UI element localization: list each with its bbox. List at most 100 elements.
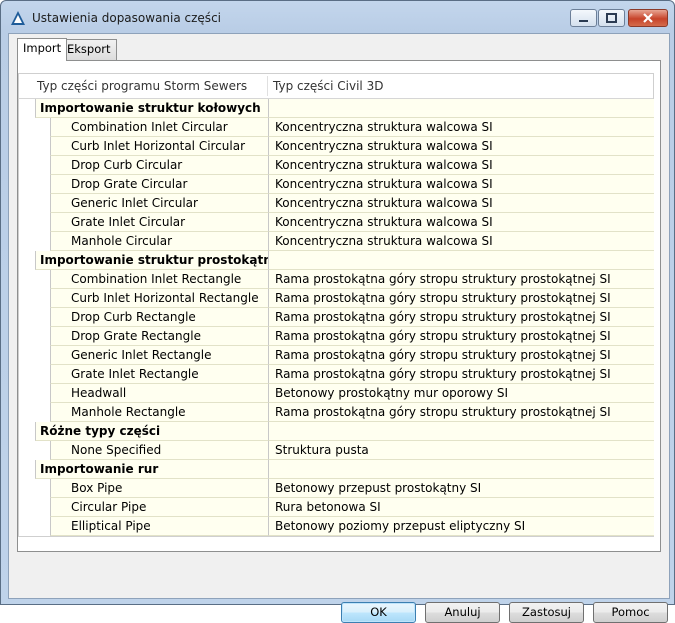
part-mapping-grid[interactable]: Typ części programu Storm Sewers Typ czę… [18,73,654,537]
table-row[interactable]: Elliptical Pipe Betonowy poziomy przepust… [19,517,654,536]
table-row[interactable]: None Specified Struktura pusta [19,441,654,460]
civil3d-part-type: Rama prostokątna góry stropu struktury p… [275,348,611,362]
storm-sewers-part-type: Circular Pipe [71,500,147,514]
title-bar[interactable]: Ustawienia dopasowania części [1,1,674,35]
storm-sewers-part-type: Generic Inlet Rectangle [71,348,212,362]
table-row[interactable]: Headwall Betonowy prostokątny mur oporowy… [19,384,654,403]
storm-sewers-part-cell: Combination Inlet Rectangle [50,270,269,289]
storm-sewers-part-cell: Manhole Rectangle [50,403,269,422]
civil3d-part-cell[interactable]: Rama prostokątna góry stropu struktury p… [268,365,654,384]
group-row[interactable]: Różne typy części [19,422,654,441]
table-row[interactable]: Manhole Circular Koncentryczna struktura … [19,232,654,251]
storm-sewers-part-type: Curb Inlet Horizontal Rectangle [71,291,259,305]
group-row[interactable]: Importowanie rur [19,460,654,479]
table-row[interactable]: Combination Inlet Rectangle Rama prostoką… [19,270,654,289]
column-header-civil3d[interactable]: Typ części Civil 3D [273,79,383,93]
civil3d-part-cell[interactable]: Rama prostokątna góry stropu struktury p… [268,270,654,289]
civil3d-part-cell[interactable]: Koncentryczna struktura walcowa SI [268,175,654,194]
civil3d-part-type: Koncentryczna struktura walcowa SI [275,158,493,172]
window-title: Ustawienia dopasowania części [32,11,221,25]
storm-sewers-part-type: Combination Inlet Circular [71,120,228,134]
civil3d-part-type: Koncentryczna struktura walcowa SI [275,139,493,153]
table-row[interactable]: Manhole Rectangle Rama prostokątna góry s… [19,403,654,422]
grid-header: Typ części programu Storm Sewers Typ czę… [19,74,653,99]
civil3d-part-type: Rama prostokątna góry stropu struktury p… [275,367,611,381]
civil3d-part-cell[interactable]: Struktura pusta [268,441,654,460]
table-row[interactable]: Curb Inlet Horizontal Circular Koncentryc… [19,137,654,156]
civil3d-app-icon [11,11,25,25]
civil3d-part-type: Koncentryczna struktura walcowa SI [275,215,493,229]
tab-import[interactable]: Import [17,38,68,61]
civil3d-part-cell[interactable]: Rura betonowa SI [268,498,654,517]
civil3d-part-type: Koncentryczna struktura walcowa SI [275,177,493,191]
table-row[interactable]: Drop Grate Circular Koncentryczna struktu… [19,175,654,194]
storm-sewers-part-cell: Generic Inlet Circular [50,194,269,213]
table-row[interactable]: Drop Curb Rectangle Rama prostokątna góry… [19,308,654,327]
table-row[interactable]: Generic Inlet Rectangle Rama prostokątna … [19,346,654,365]
tab-eksport[interactable]: Eksport [61,39,117,60]
civil3d-part-cell[interactable]: Koncentryczna struktura walcowa SI [268,156,654,175]
storm-sewers-part-type: Elliptical Pipe [71,519,151,533]
civil3d-part-type: Koncentryczna struktura walcowa SI [275,196,493,210]
group-label-cell: Importowanie struktur prostokątnych [35,251,295,270]
storm-sewers-part-cell: Combination Inlet Circular [50,118,269,137]
storm-sewers-part-type: Grate Inlet Rectangle [71,367,199,381]
group-label: Importowanie rur [40,462,159,476]
storm-sewers-part-cell: Manhole Circular [50,232,269,251]
civil3d-part-cell[interactable]: Betonowy przepust prostokątny SI [268,479,654,498]
civil3d-part-cell [268,422,654,441]
table-row[interactable]: Drop Grate Rectangle Rama prostokątna gór… [19,327,654,346]
storm-sewers-part-cell: Elliptical Pipe [50,517,269,536]
column-separator[interactable] [267,76,268,96]
storm-sewers-part-type: Curb Inlet Horizontal Circular [71,139,246,153]
civil3d-part-cell[interactable]: Betonowy prostokątny mur oporowy SI [268,384,654,403]
storm-sewers-part-cell: Drop Curb Rectangle [50,308,269,327]
civil3d-part-cell[interactable]: Rama prostokątna góry stropu struktury p… [268,403,654,422]
civil3d-part-cell[interactable]: Koncentryczna struktura walcowa SI [268,194,654,213]
group-label: Importowanie struktur prostokątnych [40,253,296,267]
civil3d-part-cell[interactable]: Betonowy poziomy przepust eliptyczny SI [268,517,654,536]
table-row[interactable]: Box Pipe Betonowy przepust prostokątny SI [19,479,654,498]
storm-sewers-part-type: Manhole Rectangle [71,405,186,419]
table-row[interactable]: Circular Pipe Rura betonowa SI [19,498,654,517]
storm-sewers-part-type: Headwall [71,386,127,400]
table-row[interactable]: Generic Inlet Circular Koncentryczna stru… [19,194,654,213]
column-header-storm-sewers[interactable]: Typ części programu Storm Sewers [37,79,247,93]
close-button[interactable] [628,9,668,27]
group-label: Importowanie struktur kołowych [40,101,261,115]
table-row[interactable]: Drop Curb Circular Koncentryczna struktur… [19,156,654,175]
minimize-button[interactable] [570,9,597,27]
maximize-button[interactable] [598,9,625,27]
group-row[interactable]: Importowanie struktur prostokątnych [19,251,654,270]
storm-sewers-part-cell: Box Pipe [50,479,269,498]
minimize-icon [579,20,588,22]
civil3d-part-type: Koncentryczna struktura walcowa SI [275,120,493,134]
group-row[interactable]: Importowanie struktur kołowych [19,99,654,118]
ok-button[interactable]: OK [341,602,416,623]
close-icon [643,13,653,23]
maximize-icon [606,13,617,23]
civil3d-part-cell [268,251,654,270]
group-label-cell: Importowanie rur [35,460,269,479]
table-row[interactable]: Grate Inlet Rectangle Rama prostokątna gó… [19,365,654,384]
storm-sewers-part-cell: Grate Inlet Circular [50,213,269,232]
civil3d-part-cell[interactable]: Rama prostokątna góry stropu struktury p… [268,346,654,365]
storm-sewers-part-type: None Specified [71,443,162,457]
storm-sewers-part-cell: Drop Curb Circular [50,156,269,175]
table-row[interactable]: Combination Inlet Circular Koncentryczna … [19,118,654,137]
civil3d-part-cell[interactable]: Koncentryczna struktura walcowa SI [268,232,654,251]
apply-button[interactable]: Zastosuj [509,602,584,623]
civil3d-part-type: Betonowy przepust prostokątny SI [275,481,482,495]
storm-sewers-part-type: Generic Inlet Circular [71,196,198,210]
civil3d-part-cell[interactable]: Koncentryczna struktura walcowa SI [268,118,654,137]
civil3d-part-cell[interactable]: Koncentryczna struktura walcowa SI [268,137,654,156]
cancel-button[interactable]: Anuluj [425,602,500,623]
table-row[interactable]: Curb Inlet Horizontal Rectangle Rama pros… [19,289,654,308]
civil3d-part-cell[interactable]: Rama prostokątna góry stropu struktury p… [268,289,654,308]
civil3d-part-cell[interactable]: Koncentryczna struktura walcowa SI [268,213,654,232]
civil3d-part-cell[interactable]: Rama prostokątna góry stropu struktury p… [268,308,654,327]
civil3d-part-cell[interactable]: Rama prostokątna góry stropu struktury p… [268,327,654,346]
help-button[interactable]: Pomoc [593,602,668,623]
table-row[interactable]: Grate Inlet Circular Koncentryczna strukt… [19,213,654,232]
civil3d-part-type: Rura betonowa SI [275,500,381,514]
